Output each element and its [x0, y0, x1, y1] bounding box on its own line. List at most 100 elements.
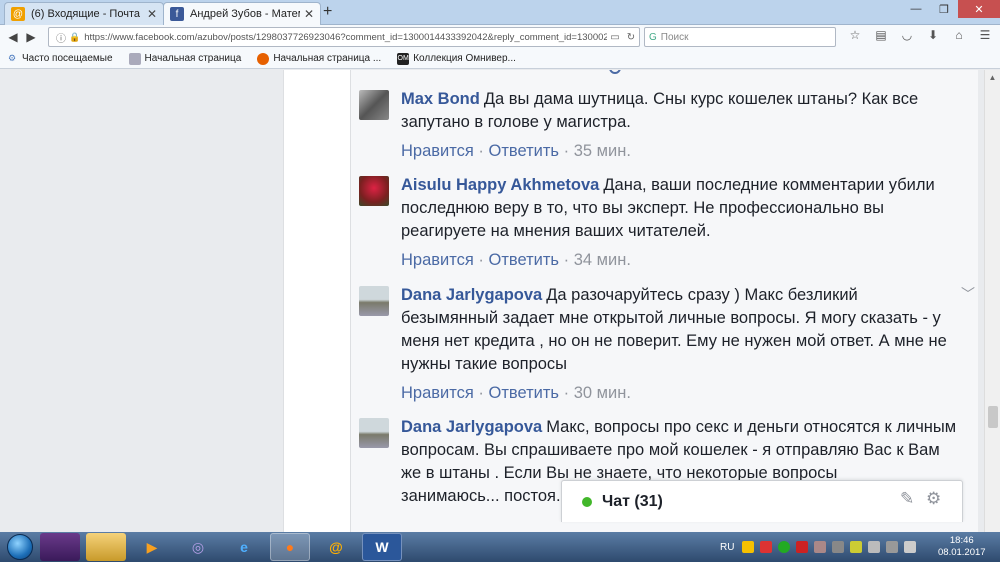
reaction-icon [609, 70, 621, 74]
minimize-icon[interactable]: — [902, 0, 930, 18]
scroll-up-icon[interactable]: ▲ [985, 70, 1000, 86]
scroll-thumb[interactable] [988, 406, 998, 428]
avatar[interactable] [359, 286, 389, 316]
windows-logo-icon [7, 534, 33, 560]
tray-icon[interactable] [868, 541, 881, 553]
tab-facebook[interactable]: f Андрей Зубов - Математи... ✕ [163, 2, 321, 25]
firefox-icon [257, 52, 270, 65]
tab-title: (6) Входящие - Почта Mail... [31, 8, 143, 20]
firefox-icon[interactable]: ● [270, 533, 310, 561]
bookmark-item[interactable]: OM Коллекция Омнивер... [397, 52, 516, 65]
media-player-icon[interactable]: ▶ [132, 533, 172, 561]
avatar[interactable] [359, 418, 389, 448]
comment-author[interactable]: Dana Jarlygapova [401, 418, 542, 436]
online-status-icon [582, 496, 592, 507]
tray-icon[interactable] [778, 541, 791, 553]
like-link[interactable]: Нравится [401, 384, 474, 402]
comment-author[interactable]: Dana Jarlygapova [401, 286, 542, 304]
bookmark-item[interactable]: ⚙ Часто посещаемые [6, 53, 113, 65]
home-icon[interactable]: ⌂ [946, 28, 972, 42]
tray-icon[interactable] [814, 541, 827, 553]
nav-bar: ◀ ▶ ⓘ 🔒 https://www.facebook.com/azubov/… [0, 25, 1000, 49]
word-icon[interactable]: W [362, 533, 402, 561]
bookmark-item[interactable]: Начальная страница ... [257, 52, 382, 65]
bookmark-star-icon[interactable]: ☆ [842, 28, 868, 42]
separator: · [563, 384, 570, 402]
tray-icon[interactable] [832, 541, 845, 553]
separator: · [478, 251, 484, 269]
comment-item: Aisulu Happy Akhmetova Дана, ваши последн… [359, 174, 959, 278]
file-explorer-icon[interactable] [86, 533, 126, 561]
internet-explorer-icon[interactable]: e [224, 533, 264, 561]
chat-label: Чат (31) [602, 492, 663, 510]
comment-item: Dana Jarlygapova Да разочаруйтесь сразу )… [359, 284, 975, 410]
compose-icon[interactable]: ✎ [900, 489, 914, 509]
language-indicator[interactable]: RU [720, 542, 734, 553]
tab-mail[interactable]: @ (6) Входящие - Почта Mail... ✕ [4, 2, 164, 25]
scrollbar[interactable]: ▲ [984, 70, 1000, 532]
start-button[interactable] [0, 532, 40, 562]
avatar[interactable] [359, 176, 389, 206]
like-link[interactable]: Нравится [401, 251, 474, 269]
reply-link[interactable]: Ответить [489, 251, 560, 269]
like-link[interactable]: Нравится [401, 142, 474, 160]
back-icon[interactable]: ◀ [4, 28, 22, 46]
comment-time[interactable]: 30 мин. [574, 384, 631, 402]
bookmarks-list-icon[interactable]: ▤ [868, 28, 894, 42]
tray-icon[interactable] [742, 541, 755, 553]
facebook-icon: f [170, 7, 184, 21]
reader-view-icon[interactable]: ▭ [607, 32, 623, 43]
bookmark-item[interactable]: Начальная страница [128, 52, 242, 65]
bookmark-label: Начальная страница ... [273, 53, 382, 64]
tray-icon[interactable] [886, 541, 899, 553]
mail-agent-icon[interactable]: @ [316, 533, 356, 561]
clock[interactable]: 18:46 08.01.2017 [938, 535, 986, 559]
orbit-icon[interactable]: ◎ [178, 533, 218, 561]
comment-time[interactable]: 35 мин. [574, 142, 631, 160]
address-bar[interactable]: ⓘ 🔒 https://www.facebook.com/azubov/post… [48, 27, 640, 47]
reply-link[interactable]: Ответить [489, 142, 560, 160]
window-controls: — ❐ ✕ [902, 0, 1000, 18]
close-window-icon[interactable]: ✕ [958, 0, 1000, 18]
search-input[interactable]: G Поиск [644, 27, 836, 47]
post-panel [283, 70, 350, 532]
volume-icon[interactable] [904, 541, 917, 553]
maximize-icon[interactable]: ❐ [930, 0, 958, 18]
download-icon[interactable]: ⬇ [920, 28, 946, 42]
pocket-icon[interactable]: ◡ [894, 28, 920, 42]
chevron-down-icon[interactable]: ﹀ [961, 284, 975, 304]
comment-author[interactable]: Max Bond [401, 90, 480, 108]
bookmark-label: Начальная страница [144, 53, 242, 64]
menu-icon[interactable]: ☰ [972, 28, 998, 42]
page-content: Max Bond Да вы дама шутница. Сны курс кош… [0, 70, 1000, 532]
winrar-icon[interactable] [40, 533, 80, 561]
info-icon[interactable]: ⓘ [53, 30, 69, 45]
comment-actions: Нравится · Ответить · 34 мин. [401, 249, 959, 272]
gear-icon[interactable]: ⚙ [926, 489, 941, 509]
bookmark-label: Коллекция Омнивер... [413, 53, 516, 64]
tray-icon[interactable] [760, 541, 773, 553]
reload-icon[interactable]: ↻ [623, 32, 639, 43]
comment-author[interactable]: Aisulu Happy Akhmetova [401, 176, 599, 194]
clock-date: 08.01.2017 [938, 547, 986, 558]
lock-icon: 🔒 [69, 31, 81, 42]
comment-time[interactable]: 34 мин. [574, 251, 631, 269]
toolbar-icons: ☆ ▤ ◡ ⬇ ⌂ ☰ [842, 28, 998, 42]
url-text: https://www.facebook.com/azubov/posts/12… [84, 31, 607, 43]
tray-icon[interactable] [796, 541, 809, 553]
comment-item: Max Bond Да вы дама шутница. Сны курс кош… [359, 88, 959, 168]
bookmark-label: Часто посещаемые [22, 53, 113, 64]
chat-bar[interactable]: Чат (31) ✎ ⚙ [561, 480, 963, 522]
new-tab-button[interactable]: + [323, 3, 332, 21]
tab-strip: @ (6) Входящие - Почта Mail... ✕ f Андре… [0, 0, 1000, 25]
search-engine-icon[interactable]: G [649, 32, 657, 43]
separator: · [563, 251, 570, 269]
avatar[interactable] [359, 90, 389, 120]
clock-time: 18:46 [949, 535, 974, 546]
forward-icon[interactable]: ▶ [22, 28, 40, 46]
tab-close-icon[interactable]: ✕ [147, 7, 157, 21]
tray-icon[interactable] [850, 541, 863, 553]
tab-close-icon[interactable]: ✕ [304, 7, 314, 21]
omniver-icon: OM [397, 52, 410, 65]
reply-link[interactable]: Ответить [489, 384, 560, 402]
